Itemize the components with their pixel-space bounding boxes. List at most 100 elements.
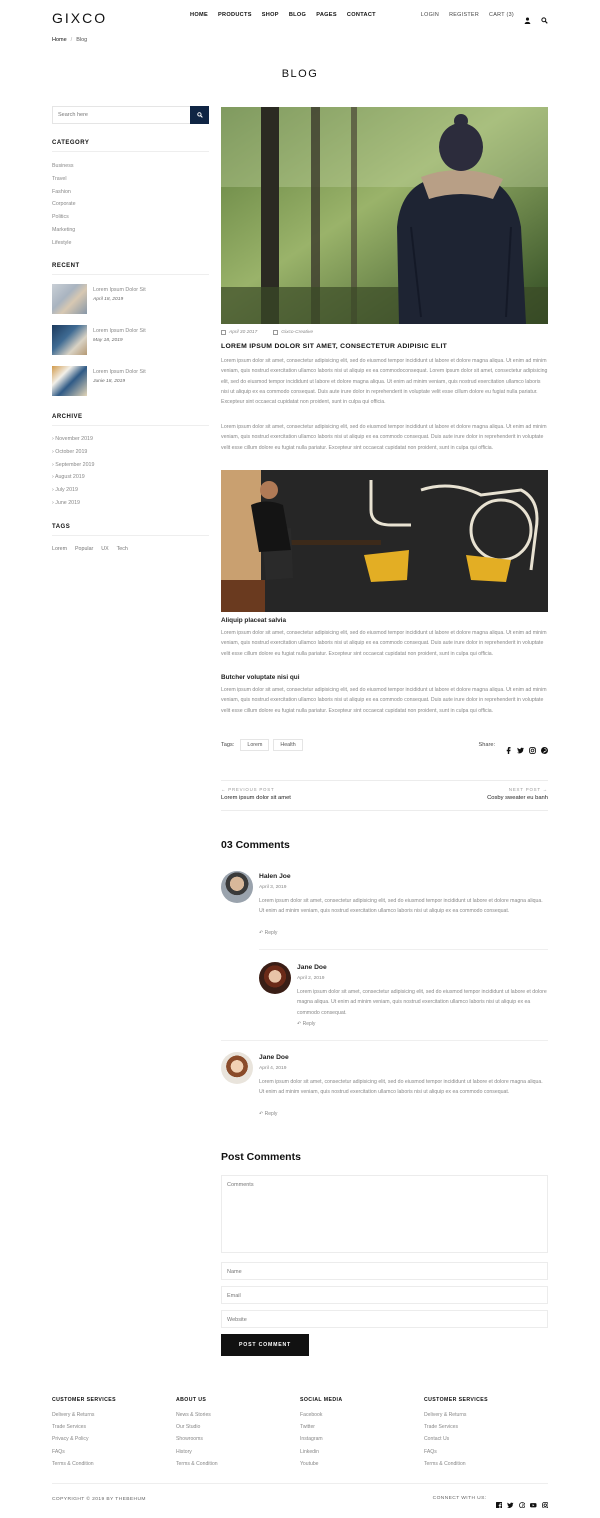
reply-button[interactable]: ↶ Reply: [259, 930, 277, 936]
archive-item[interactable]: › July 2019: [52, 487, 94, 500]
archive-label: November 2019: [55, 436, 93, 442]
comment-text: Lorem ipsum dolor sit amet, consectetur …: [259, 898, 543, 915]
post-tag[interactable]: Lorem: [240, 739, 270, 751]
name-placeholder: Name: [227, 1269, 242, 1275]
recent-post[interactable]: Lorem Ipsum Dolor Sit April 18, 2019: [52, 284, 209, 318]
post-date: April 30 2017: [221, 330, 257, 335]
archive-item[interactable]: › August 2019: [52, 474, 94, 487]
archive-item[interactable]: › September 2019: [52, 462, 94, 475]
instagram-icon[interactable]: [529, 741, 536, 754]
nav-pages[interactable]: PAGES: [316, 12, 337, 18]
tag-list: Lorem Popular UX Tech: [52, 546, 136, 552]
footer-link[interactable]: Showrooms: [176, 1436, 218, 1448]
footer-link[interactable]: Terms & Condition: [176, 1461, 218, 1473]
search-input[interactable]: Search here: [58, 112, 88, 118]
footer-link[interactable]: History: [176, 1449, 218, 1461]
category-item[interactable]: Fashion: [52, 189, 76, 202]
footer-link[interactable]: Linkedin: [300, 1449, 342, 1461]
archive-item[interactable]: › November 2019: [52, 436, 94, 449]
footer-link[interactable]: Contact Us: [424, 1436, 488, 1448]
recent-post-title[interactable]: Lorem Ipsum Dolor Sit: [93, 328, 146, 334]
cart-link[interactable]: CART (3): [489, 12, 514, 18]
footer-link[interactable]: Trade Services: [424, 1424, 488, 1436]
comment-date: April 3, 2019: [259, 885, 287, 890]
twitter-icon[interactable]: [507, 1495, 514, 1508]
post-author[interactable]: Gixco-Creative: [273, 330, 313, 335]
category-item[interactable]: Marketing: [52, 227, 76, 240]
nav-blog[interactable]: BLOG: [289, 12, 306, 18]
reply-label: Reply: [302, 1021, 316, 1027]
archive-item[interactable]: › June 2019: [52, 500, 94, 513]
recent-post-title[interactable]: Lorem Ipsum Dolor Sit: [93, 369, 146, 375]
reply-button[interactable]: ↶ Reply: [259, 1111, 277, 1117]
next-post-link[interactable]: NEXT POST → Cosby sweater eu banh: [487, 787, 548, 801]
tag-link[interactable]: UX: [101, 546, 108, 552]
recent-post-thumbnail[interactable]: [52, 366, 87, 396]
nav-shop[interactable]: SHOP: [262, 12, 279, 18]
footer-link[interactable]: News & Stories: [176, 1412, 218, 1424]
footer-link[interactable]: Privacy & Policy: [52, 1436, 116, 1448]
share-bar: Share:: [479, 741, 548, 754]
post-date-text: April 30 2017: [229, 330, 258, 335]
youtube-icon[interactable]: [530, 1495, 537, 1507]
search-button[interactable]: [190, 106, 209, 124]
category-item[interactable]: Corporate: [52, 201, 76, 214]
recent-post-thumbnail[interactable]: [52, 325, 87, 355]
email-field[interactable]: Email: [221, 1286, 548, 1304]
previous-post-link[interactable]: ← PREVIOUS POST Lorem ipsum dolor sit am…: [221, 787, 291, 801]
comments-textarea[interactable]: Comments: [221, 1175, 548, 1253]
archive-heading: ARCHIVE: [52, 414, 83, 420]
post-tag[interactable]: Health: [273, 739, 303, 751]
instagram-icon[interactable]: [541, 1495, 549, 1508]
footer-link[interactable]: Twitter: [300, 1424, 342, 1436]
footer-link[interactable]: Our Studio: [176, 1424, 218, 1436]
footer-link[interactable]: Delivery & Returns: [424, 1412, 488, 1424]
recent-post[interactable]: Lorem Ipsum Dolor Sit May 18, 2019: [52, 325, 209, 359]
nav-products[interactable]: PRODUCTS: [218, 12, 252, 18]
footer-link[interactable]: FAQs: [424, 1449, 488, 1461]
login-link[interactable]: LOGIN: [421, 12, 439, 18]
register-link[interactable]: REGISTER: [449, 12, 479, 18]
footer-link[interactable]: Trade Services: [52, 1424, 116, 1436]
logo[interactable]: GIXCO: [52, 10, 107, 26]
breadcrumb: Home / Blog: [52, 37, 87, 43]
footer-link[interactable]: FAQs: [52, 1449, 116, 1461]
footer-link[interactable]: Terms & Condition: [52, 1461, 116, 1473]
footer-link[interactable]: Instagram: [300, 1436, 342, 1448]
tag-link[interactable]: Lorem: [52, 546, 67, 552]
recent-post-thumbnail[interactable]: [52, 284, 87, 314]
footer-link[interactable]: Facebook: [300, 1412, 342, 1424]
twitter-icon[interactable]: [517, 741, 524, 754]
facebook-icon[interactable]: [495, 1495, 502, 1508]
pinterest-icon[interactable]: [541, 741, 548, 754]
facebook-icon[interactable]: [505, 741, 512, 754]
recent-post[interactable]: Lorem Ipsum Dolor Sit Junie 18, 2019: [52, 366, 209, 400]
search-icon[interactable]: [541, 11, 548, 24]
recent-post-title[interactable]: Lorem Ipsum Dolor Sit: [93, 287, 146, 293]
footer-heading: SOCIAL MEDIA: [300, 1397, 343, 1403]
tag-link[interactable]: Tech: [117, 546, 128, 552]
divider: [221, 780, 548, 781]
archive-label: September 2019: [55, 461, 95, 468]
divider: [52, 151, 209, 152]
reply-button[interactable]: ↶ Reply: [297, 1021, 315, 1027]
pinterest-icon[interactable]: [518, 1495, 526, 1508]
category-item[interactable]: Travel: [52, 176, 76, 189]
user-icon[interactable]: [524, 11, 531, 24]
footer-link[interactable]: Terms & Condition: [424, 1461, 488, 1473]
tag-link[interactable]: Popular: [75, 546, 93, 552]
breadcrumb-home[interactable]: Home: [52, 37, 67, 43]
post-comment-button[interactable]: POST COMMENT: [221, 1334, 309, 1356]
divider: [52, 274, 209, 275]
name-field[interactable]: Name: [221, 1262, 548, 1280]
category-item[interactable]: Politics: [52, 214, 76, 227]
nav-home[interactable]: HOME: [190, 12, 208, 18]
footer-link[interactable]: Youtube: [300, 1461, 342, 1473]
nav-contact[interactable]: CONTACT: [347, 12, 376, 18]
category-item[interactable]: Business: [52, 163, 76, 176]
archive-item[interactable]: › October 2019: [52, 449, 94, 462]
category-item[interactable]: Lifestyle: [52, 240, 76, 253]
footer-link[interactable]: Delivery & Returns: [52, 1412, 116, 1424]
post-title: LOREM IPSUM DOLOR SIT AMET, CONSECTETUR …: [221, 343, 448, 350]
website-field[interactable]: Website: [221, 1310, 548, 1328]
